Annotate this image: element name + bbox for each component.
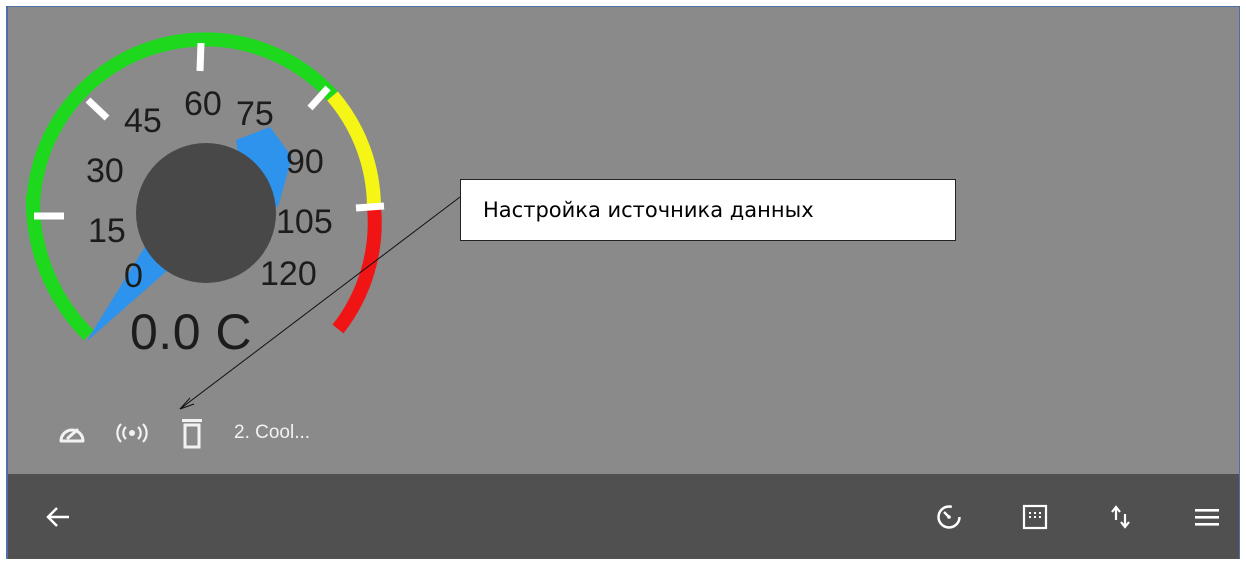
- annotation-callout: Настройка источника данных: [460, 179, 956, 241]
- broadcast-icon[interactable]: [110, 411, 154, 455]
- gauge-tick-label: 60: [184, 85, 222, 123]
- gauge-tick-label: 75: [236, 95, 274, 133]
- callout-text: Настройка источника данных: [483, 198, 814, 222]
- trash-icon[interactable]: [170, 411, 214, 455]
- speedometer-icon[interactable]: [50, 411, 94, 455]
- temperature-gauge[interactable]: 0 15 30 45 60 75 90 105 120 0.0 C: [8, 7, 428, 407]
- timer-icon[interactable]: [927, 495, 971, 539]
- bottom-bar-actions: [885, 495, 1229, 539]
- gauge-arc-red: [332, 206, 382, 334]
- gauge-tick-label: 105: [276, 203, 333, 241]
- app-window: 0 15 30 45 60 75 90 105 120 0.0 C 2. Coo…: [6, 6, 1240, 559]
- arrow-left-icon[interactable]: [36, 495, 80, 539]
- gauge-tick-label: 15: [88, 212, 126, 250]
- bottom-app-bar: [8, 474, 1239, 559]
- dashboard-area: 0 15 30 45 60 75 90 105 120 0.0 C 2. Coo…: [8, 7, 1239, 474]
- tile-name[interactable]: 2. Cool...: [234, 422, 310, 444]
- gauge-tick-label: 30: [86, 152, 124, 190]
- gauge-tick-label: 0: [124, 257, 143, 295]
- gauge-tick-label: 120: [260, 255, 317, 293]
- gauge-tick-label: 90: [286, 143, 324, 181]
- gauge-hub: [136, 143, 276, 283]
- gauge-tick-label: 45: [124, 102, 162, 140]
- gauge-value: 0.0 C: [130, 304, 253, 360]
- hamburger-menu-icon[interactable]: [1185, 495, 1229, 539]
- grid-icon[interactable]: [1013, 495, 1057, 539]
- gauge-arc-yellow: [327, 91, 381, 208]
- swap-vertical-icon[interactable]: [1099, 495, 1143, 539]
- tile-toolbar: 2. Cool...: [50, 411, 310, 455]
